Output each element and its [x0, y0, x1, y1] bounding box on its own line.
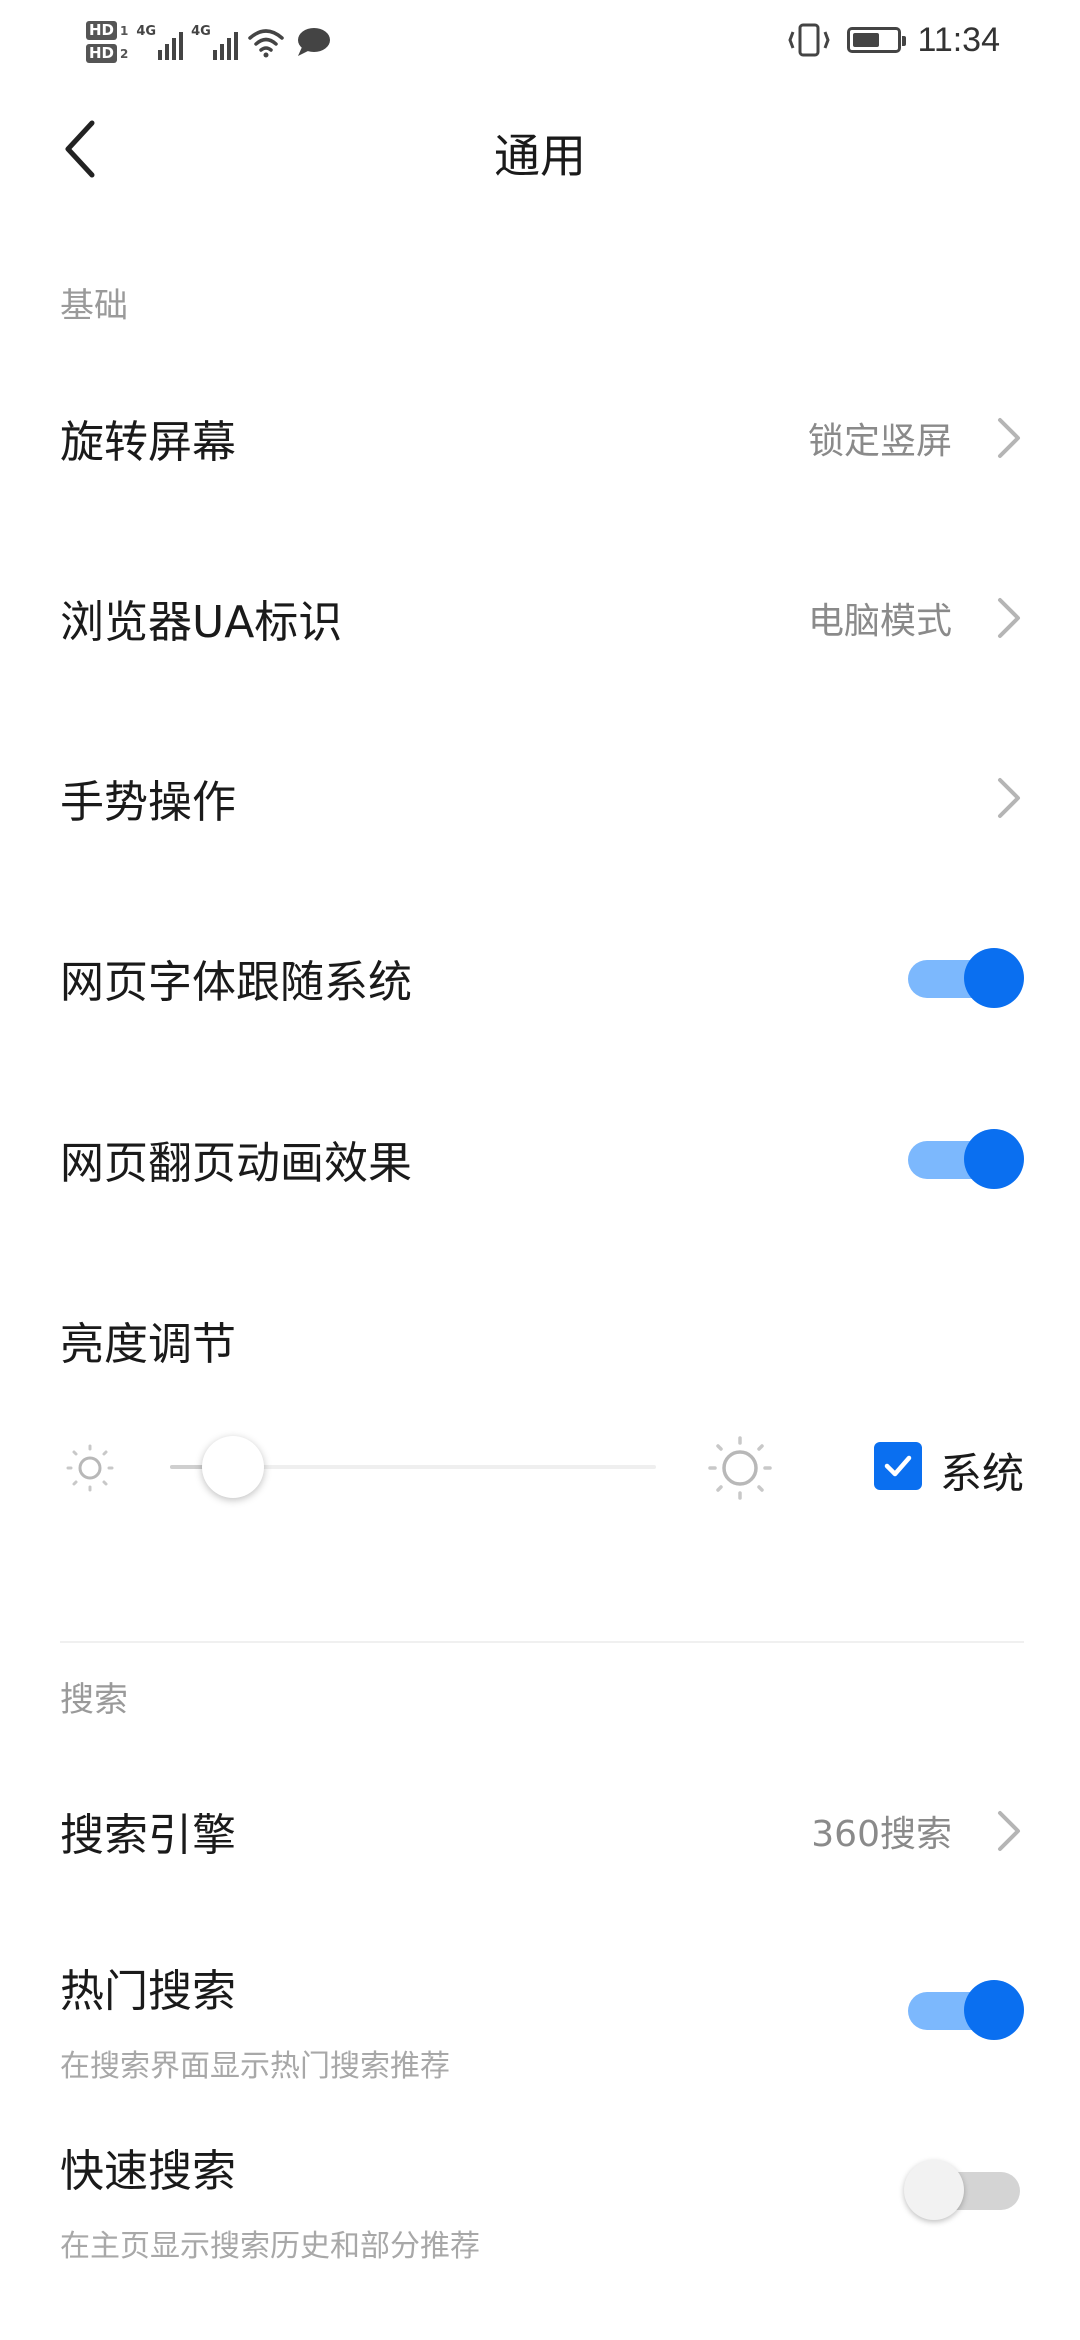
hd-indicator-1: HD 1	[86, 21, 128, 40]
clock: 11:34	[917, 20, 1000, 59]
gesture-label: 手势操作	[60, 777, 236, 828]
signal-2: 4G	[191, 24, 238, 60]
hd2-badge: HD	[86, 44, 118, 63]
status-left: HD 1 HD 2 4G 4G	[86, 12, 332, 72]
vibrate-icon	[788, 23, 831, 57]
battery-icon	[847, 27, 907, 53]
hot-search-label: 热门搜索	[60, 1966, 236, 2017]
browser-ua-value: 电脑模式	[807, 601, 952, 642]
font-follow-system-toggle[interactable]	[904, 946, 1024, 1010]
quick-search-description: 在主页显示搜索历史和部分推荐	[60, 2229, 480, 2264]
section-divider	[60, 1641, 1024, 1643]
page-title: 通用	[494, 129, 586, 183]
hd-indicators: HD 1 HD 2	[86, 21, 128, 63]
system-brightness-checkbox[interactable]	[874, 1442, 922, 1490]
signal-1: 4G	[136, 24, 184, 60]
brightness-label: 亮度调节	[60, 1319, 236, 1370]
system-brightness-label: 系统	[940, 1449, 1025, 1498]
search-engine-row[interactable]: 搜索引擎 360搜索	[0, 1756, 1080, 1906]
hot-search-toggle[interactable]	[904, 1978, 1024, 2042]
status-right: 11:34	[787, 14, 1000, 66]
chevron-right-icon	[998, 1811, 1020, 1851]
header: 通用	[0, 90, 1080, 210]
chevron-right-icon	[998, 598, 1020, 638]
section-label-basic: 基础	[60, 286, 128, 326]
font-follow-system-row: 网页字体跟随系统	[0, 903, 1080, 1053]
chevron-right-icon	[998, 418, 1020, 458]
chevron-right-icon	[998, 778, 1020, 818]
hot-search-row: 热门搜索 在搜索界面显示热门搜索推荐	[0, 1935, 1080, 2085]
hd-indicator-2: HD 2	[86, 44, 128, 63]
check-icon	[884, 1455, 912, 1477]
search-engine-value: 360搜索	[811, 1814, 952, 1855]
rotate-screen-label: 旋转屏幕	[60, 417, 236, 468]
rotate-screen-value: 锁定竖屏	[807, 421, 952, 462]
browser-ua-label: 浏览器UA标识	[60, 597, 343, 648]
hd1-badge: HD	[86, 21, 118, 40]
brightness-title-row: 亮度调节	[0, 1265, 1080, 1415]
brightness-high-icon	[708, 1436, 772, 1500]
page-animation-toggle[interactable]	[904, 1127, 1024, 1191]
status-bar: HD 1 HD 2 4G 4G 11:34	[0, 0, 1080, 80]
browser-ua-row[interactable]: 浏览器UA标识 电脑模式	[0, 543, 1080, 693]
page-animation-row: 网页翻页动画效果	[0, 1084, 1080, 1234]
page-animation-label: 网页翻页动画效果	[60, 1138, 412, 1189]
signal-bars-icon	[158, 28, 184, 60]
hd2-num: 2	[120, 46, 129, 61]
net1-label: 4G	[136, 24, 157, 39]
quick-search-row: 快速搜索 在主页显示搜索历史和部分推荐	[0, 2115, 1080, 2265]
rotate-screen-row[interactable]: 旋转屏幕 锁定竖屏	[0, 363, 1080, 513]
quick-search-label: 快速搜索	[60, 2146, 236, 2197]
brightness-low-icon	[66, 1444, 114, 1492]
gesture-row[interactable]: 手势操作	[0, 723, 1080, 873]
section-label-search: 搜索	[60, 1680, 128, 1720]
search-engine-label: 搜索引擎	[60, 1810, 236, 1861]
font-follow-system-label: 网页字体跟随系统	[60, 957, 412, 1008]
brightness-slider-thumb[interactable]	[202, 1436, 265, 1498]
message-icon	[297, 28, 330, 56]
quick-search-toggle[interactable]	[904, 2158, 1024, 2222]
hot-search-description: 在搜索界面显示热门搜索推荐	[60, 2049, 450, 2084]
wifi-icon	[248, 29, 284, 58]
hd1-num: 1	[120, 23, 129, 38]
signal-bars-icon	[212, 28, 238, 60]
brightness-control: 系统	[0, 1410, 1080, 1520]
net2-label: 4G	[191, 24, 211, 39]
